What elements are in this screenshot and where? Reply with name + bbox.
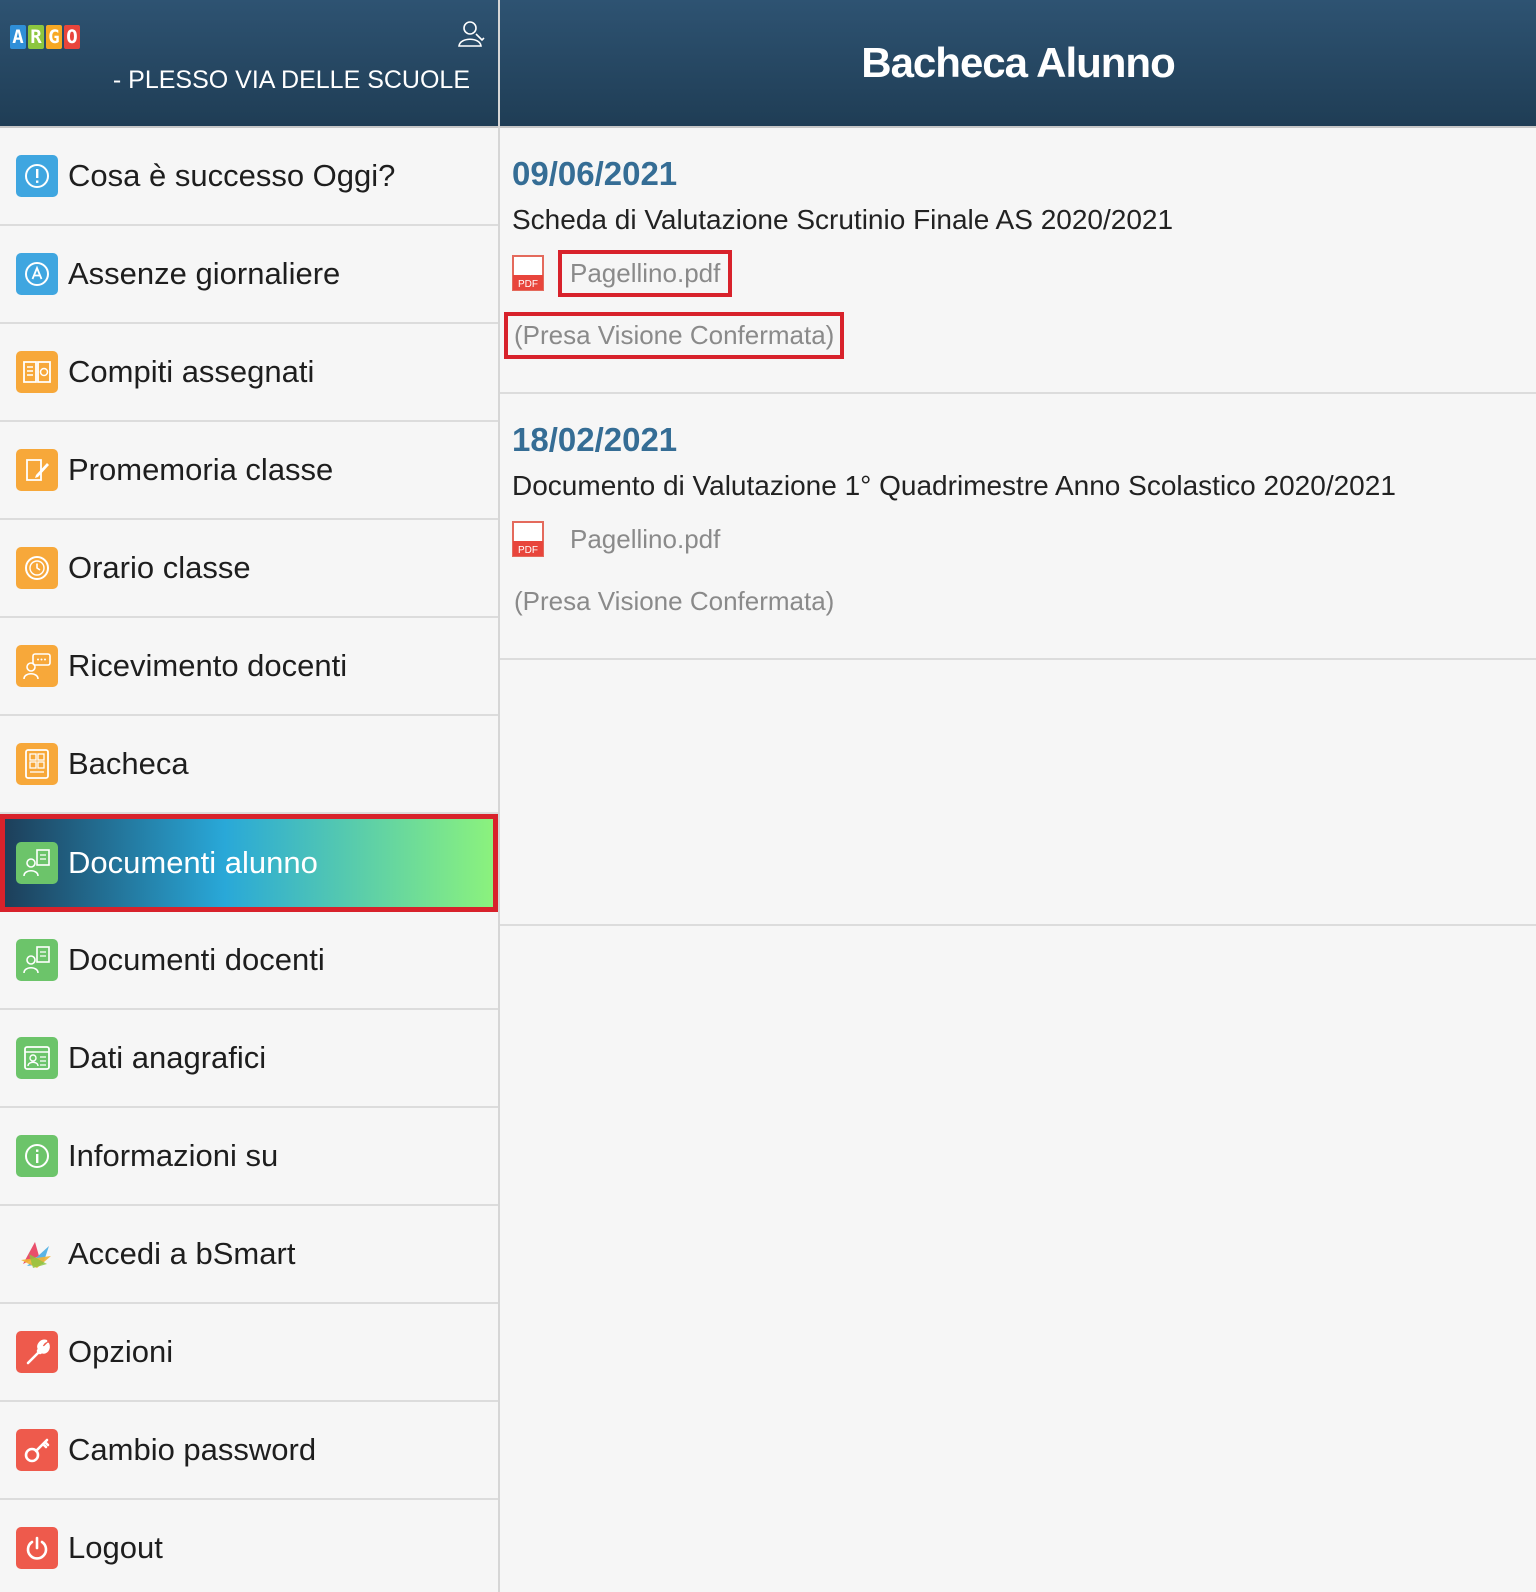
document-date: 18/02/2021	[512, 421, 678, 458]
student-docs-icon	[16, 842, 58, 884]
profile-icon[interactable]	[456, 18, 486, 48]
school-name: - PLESSO VIA DELLE SCUOLE	[112, 66, 470, 94]
document-entry: 09/06/2021 Scheda di Valutazione Scrutin…	[500, 128, 1536, 394]
app-window: A R G O - PLESSO VIA DELLE SCUOLE Cosa è…	[0, 0, 1536, 1592]
sidebar-item-label: Opzioni	[68, 1334, 174, 1369]
pdf-badge-text: PDF	[518, 279, 538, 290]
logo-letter: O	[64, 25, 80, 49]
logo-letter: R	[28, 25, 44, 49]
book-icon	[16, 351, 58, 393]
board-icon	[16, 743, 58, 785]
teacher-docs-icon	[16, 939, 58, 981]
sidebar-item-bacheca[interactable]: Bacheca	[0, 716, 498, 814]
sidebar-item-opzioni[interactable]: Opzioni	[0, 1304, 498, 1402]
sidebar-item-cosa-e-successo-oggi[interactable]: Cosa è successo Oggi?	[0, 128, 498, 226]
sidebar-item-orario-classe[interactable]: Orario classe	[0, 520, 498, 618]
argo-logo: A R G O	[10, 25, 80, 49]
sidebar-header: A R G O - PLESSO VIA DELLE SCUOLE	[0, 0, 498, 128]
power-icon	[16, 1527, 58, 1569]
note-pen-icon	[16, 449, 58, 491]
sidebar-item-label: Compiti assegnati	[68, 354, 315, 389]
attachment-row: PDF Pagellino.pdf	[512, 249, 1536, 297]
wrench-icon	[16, 1331, 58, 1373]
id-card-icon	[16, 1037, 58, 1079]
main-content: Bacheca Alunno 09/06/2021 Scheda di Valu…	[500, 0, 1536, 1592]
sidebar-item-label: Accedi a bSmart	[68, 1236, 296, 1271]
sidebar-item-label: Promemoria classe	[68, 452, 334, 487]
sidebar-item-promemoria-classe[interactable]: Promemoria classe	[0, 422, 498, 520]
read-confirmation-status: (Presa Visione Confermata)	[504, 312, 845, 359]
sidebar-item-logout[interactable]: Logout	[0, 1500, 498, 1592]
sidebar-menu: Cosa è successo Oggi? Assenze giornalier…	[0, 128, 498, 1592]
document-entry-empty	[500, 660, 1536, 926]
sidebar-item-label: Orario classe	[68, 550, 251, 585]
pdf-badge-text: PDF	[518, 545, 538, 556]
logo-letter: A	[10, 25, 26, 49]
sidebar-item-label: Logout	[68, 1530, 163, 1565]
exclamation-icon	[16, 155, 58, 197]
document-title: Documento di Valutazione 1° Quadrimestre…	[512, 470, 1396, 501]
sidebar-item-assenze-giornaliere[interactable]: Assenze giornaliere	[0, 226, 498, 324]
sidebar-item-label: Documenti docenti	[68, 942, 325, 977]
sidebar-item-label: Cambio password	[68, 1432, 317, 1467]
sidebar-item-label: Documenti alunno	[68, 845, 318, 880]
sidebar-item-label: Ricevimento docenti	[68, 648, 348, 683]
sidebar-item-label: Cosa è successo Oggi?	[68, 158, 396, 193]
sidebar-item-label: Assenze giornaliere	[68, 256, 341, 291]
main-header: Bacheca Alunno	[500, 0, 1536, 128]
sidebar-item-informazioni-su[interactable]: Informazioni su	[0, 1108, 498, 1206]
bsmart-icon	[16, 1233, 58, 1275]
logo-letter: G	[46, 25, 62, 49]
document-entry: 18/02/2021 Documento di Valutazione 1° Q…	[500, 394, 1536, 660]
sidebar-item-cambio-password[interactable]: Cambio password	[0, 1402, 498, 1500]
sidebar: A R G O - PLESSO VIA DELLE SCUOLE Cosa è…	[0, 0, 500, 1592]
read-confirmation-status: (Presa Visione Confermata)	[514, 586, 835, 616]
attachment-row: PDF Pagellino.pdf	[512, 516, 1536, 562]
sidebar-item-label: Informazioni su	[68, 1138, 279, 1173]
pdf-icon: PDF	[512, 255, 544, 291]
sidebar-item-accedi-a-bsmart[interactable]: Accedi a bSmart	[0, 1206, 498, 1304]
document-date: 09/06/2021	[512, 155, 678, 192]
sidebar-item-label: Bacheca	[68, 746, 189, 781]
teacher-chat-icon	[16, 645, 58, 687]
info-icon	[16, 1135, 58, 1177]
sidebar-item-documenti-alunno[interactable]: Documenti alunno	[0, 814, 498, 912]
attachment-link[interactable]: Pagellino.pdf	[558, 516, 732, 563]
sidebar-item-ricevimento-docenti[interactable]: Ricevimento docenti	[0, 618, 498, 716]
clock-icon	[16, 547, 58, 589]
sidebar-item-dati-anagrafici[interactable]: Dati anagrafici	[0, 1010, 498, 1108]
sidebar-item-documenti-docenti[interactable]: Documenti docenti	[0, 912, 498, 1010]
page-title: Bacheca Alunno	[861, 39, 1176, 86]
document-title: Scheda di Valutazione Scrutinio Finale A…	[512, 204, 1174, 235]
pdf-icon: PDF	[512, 521, 544, 557]
absence-icon	[16, 253, 58, 295]
sidebar-item-compiti-assegnati[interactable]: Compiti assegnati	[0, 324, 498, 422]
sidebar-item-label: Dati anagrafici	[68, 1040, 267, 1075]
attachment-link[interactable]: Pagellino.pdf	[558, 249, 733, 297]
key-icon	[16, 1429, 58, 1471]
